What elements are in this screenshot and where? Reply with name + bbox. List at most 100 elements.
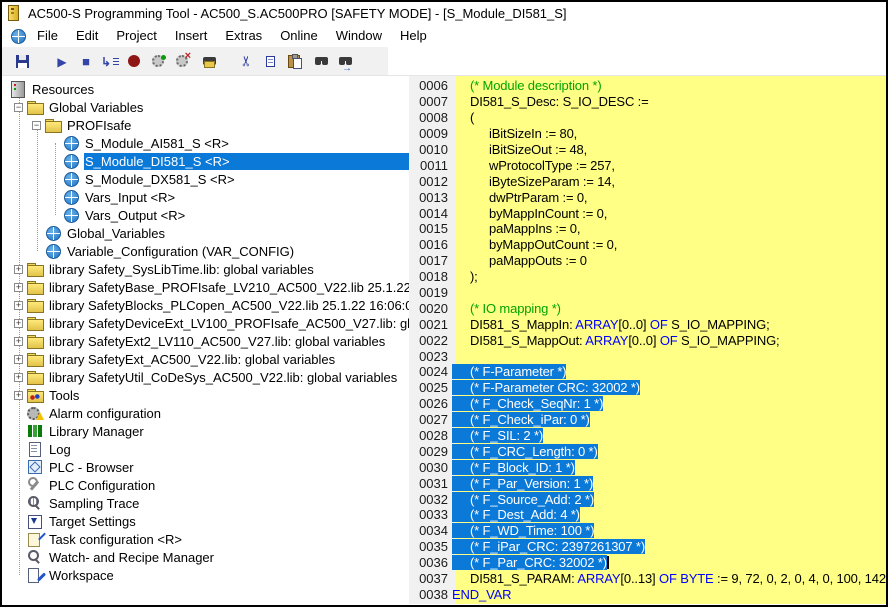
code-line-0035[interactable]: 0035(* F_iPar_CRC: 2397261307 *) xyxy=(409,539,886,555)
code-line-0014[interactable]: 0014byMappInCount := 0, xyxy=(409,205,886,221)
code-line-0010[interactable]: 0010iBitSizeOut := 48, xyxy=(409,142,886,158)
expand-icon[interactable]: + xyxy=(14,337,23,346)
login-button[interactable] xyxy=(146,50,170,72)
code-line-0019[interactable]: 0019 xyxy=(409,285,886,301)
menu-item-project[interactable]: Project xyxy=(116,28,156,43)
save-button[interactable] xyxy=(10,50,34,72)
global-search-button[interactable] xyxy=(194,50,218,72)
code-line-0030[interactable]: 0030(* F_Block_ID: 1 *) xyxy=(409,459,886,475)
code-line-0028[interactable]: 0028(* F_SIL: 2 *) xyxy=(409,428,886,444)
tree-item-tools[interactable]: +Tools xyxy=(2,386,409,404)
globe-icon xyxy=(63,189,80,205)
code-line-0025[interactable]: 0025(* F-Parameter CRC: 32002 *) xyxy=(409,380,886,396)
code-line-0027[interactable]: 0027(* F_Check_iPar: 0 *) xyxy=(409,412,886,428)
tree-item-library-safetyext-ac500-v22-lib-global-v[interactable]: +library SafetyExt_AC500_V22.lib: global… xyxy=(2,350,409,368)
child-window-icon[interactable] xyxy=(10,28,25,43)
tree-item-sampling-trace[interactable]: Sampling Trace xyxy=(2,494,409,512)
code-line-0037[interactable]: 0037DI581_S_PARAM: ARRAY[0..13] OF BYTE … xyxy=(409,571,886,587)
menu-item-insert[interactable]: Insert xyxy=(175,28,208,43)
tree-item-variable-configuration-var-config[interactable]: Variable_Configuration (VAR_CONFIG) xyxy=(2,242,409,260)
tree-item-log[interactable]: Log xyxy=(2,440,409,458)
tree-item-plc-browser[interactable]: PLC - Browser xyxy=(2,458,409,476)
code-line-0007[interactable]: 0007DI581_S_Desc: S_IO_DESC := xyxy=(409,94,886,110)
tree-item-library-manager[interactable]: Library Manager xyxy=(2,422,409,440)
tree-item-target-settings[interactable]: Target Settings xyxy=(2,512,409,530)
run-button[interactable] xyxy=(50,50,74,72)
tree-item-s-module-di581-s-r[interactable]: S_Module_DI581_S <R> xyxy=(2,152,409,170)
code-line-0009[interactable]: 0009iBitSizeIn := 80, xyxy=(409,126,886,142)
code-line-0031[interactable]: 0031(* F_Par_Version: 1 *) xyxy=(409,475,886,491)
expand-icon[interactable]: + xyxy=(14,373,23,382)
code-line-0033[interactable]: 0033(* F_Dest_Add: 4 *) xyxy=(409,507,886,523)
watch-recipe-icon xyxy=(27,549,44,565)
tree-item-watch-and-recipe-manager[interactable]: Watch- and Recipe Manager xyxy=(2,548,409,566)
stop-button[interactable] xyxy=(74,50,98,72)
tree-item-global-variables[interactable]: −Global Variables xyxy=(2,98,409,116)
folder-icon xyxy=(27,99,44,115)
menu-item-online[interactable]: Online xyxy=(280,28,318,43)
expand-icon[interactable]: + xyxy=(14,301,23,310)
collapse-icon[interactable]: − xyxy=(14,103,23,112)
resources-tree: Resources−Global Variables−PROFIsafeS_Mo… xyxy=(2,76,409,604)
tree-item-vars-input-r[interactable]: Vars_Input <R> xyxy=(2,188,409,206)
code-line-0015[interactable]: 0015paMappIns := 0, xyxy=(409,221,886,237)
paste-button[interactable] xyxy=(282,50,306,72)
code-line-0011[interactable]: 0011wProtocolType := 257, xyxy=(409,157,886,173)
step-in-button[interactable] xyxy=(98,50,122,72)
code-line-0024[interactable]: 0024(* F-Parameter *) xyxy=(409,364,886,380)
code-text: iBitSizeIn := 80, xyxy=(452,126,577,141)
tree-item-library-safetyblocks-plcopen-ac500-v22-l[interactable]: +library SafetyBlocks_PLCopen_AC500_V22.… xyxy=(2,296,409,314)
tree-item-library-safetydeviceext-lv100-profisafe-[interactable]: +library SafetyDeviceExt_LV100_PROFIsafe… xyxy=(2,314,409,332)
declaration-editor[interactable]: 0006(* Module description *)0007DI581_S_… xyxy=(409,76,886,604)
tree-item-library-safetybase-profisafe-lv210-ac500[interactable]: +library SafetyBase_PROFIsafe_LV210_AC50… xyxy=(2,278,409,296)
logout-button[interactable] xyxy=(170,50,194,72)
expand-icon[interactable]: + xyxy=(14,355,23,364)
tree-item-global-variables[interactable]: Global_Variables xyxy=(2,224,409,242)
menu-item-edit[interactable]: Edit xyxy=(76,28,98,43)
tree-item-plc-configuration[interactable]: PLC Configuration xyxy=(2,476,409,494)
code-line-0036[interactable]: 0036(* F_Par_CRC: 32002 *) xyxy=(409,555,886,571)
cut-button[interactable] xyxy=(234,50,258,72)
tree-item-profisafe[interactable]: −PROFIsafe xyxy=(2,116,409,134)
code-line-0012[interactable]: 0012iByteSizeParam := 14, xyxy=(409,173,886,189)
code-line-0029[interactable]: 0029(* F_CRC_Length: 0 *) xyxy=(409,443,886,459)
expand-icon[interactable]: + xyxy=(14,391,23,400)
code-line-0006[interactable]: 0006(* Module description *) xyxy=(409,78,886,94)
tree-item-library-safety-syslibtime-lib-global-var[interactable]: +library Safety_SysLibTime.lib: global v… xyxy=(2,260,409,278)
menu-item-extras[interactable]: Extras xyxy=(225,28,262,43)
tree-item-library-safetyutil-codesys-ac500-v22-lib[interactable]: +library SafetyUtil_CoDeSys_AC500_V22.li… xyxy=(2,368,409,386)
tree-item-s-module-ai581-s-r[interactable]: S_Module_AI581_S <R> xyxy=(2,134,409,152)
menu-item-file[interactable]: File xyxy=(37,28,58,43)
code-token: dwPtrParam := 0, xyxy=(489,190,587,205)
code-line-0034[interactable]: 0034(* F_WD_Time: 100 *) xyxy=(409,523,886,539)
code-line-0020[interactable]: 0020(* IO mapping *) xyxy=(409,300,886,316)
copy-button[interactable] xyxy=(258,50,282,72)
tree-item-task-configuration-r[interactable]: Task configuration <R> xyxy=(2,530,409,548)
code-line-0021[interactable]: 0021DI581_S_MappIn: ARRAY[0..0] OF S_IO_… xyxy=(409,316,886,332)
expand-icon[interactable]: + xyxy=(14,265,23,274)
tree-item-library-safetyext2-lv110-ac500-v27-lib-g[interactable]: +library SafetyExt2_LV110_AC500_V27.lib:… xyxy=(2,332,409,350)
code-line-0013[interactable]: 0013dwPtrParam := 0, xyxy=(409,189,886,205)
expand-icon[interactable]: + xyxy=(14,319,23,328)
code-line-0023[interactable]: 0023 xyxy=(409,348,886,364)
find-button[interactable] xyxy=(306,50,330,72)
menu-item-window[interactable]: Window xyxy=(336,28,382,43)
expand-icon[interactable]: + xyxy=(14,283,23,292)
tree-item-resources[interactable]: Resources xyxy=(2,80,409,98)
tree-item-vars-output-r[interactable]: Vars_Output <R> xyxy=(2,206,409,224)
code-line-0022[interactable]: 0022DI581_S_MappOut: ARRAY[0..0] OF S_IO… xyxy=(409,332,886,348)
code-line-0038[interactable]: 0038END_VAR xyxy=(409,587,886,603)
code-line-0017[interactable]: 0017paMappOuts := 0 xyxy=(409,253,886,269)
tree-item-s-module-dx581-s-r[interactable]: S_Module_DX581_S <R> xyxy=(2,170,409,188)
breakpoint-button[interactable] xyxy=(122,50,146,72)
menu-item-help[interactable]: Help xyxy=(400,28,427,43)
code-line-0026[interactable]: 0026(* F_Check_SeqNr: 1 *) xyxy=(409,396,886,412)
tree-item-workspace[interactable]: Workspace xyxy=(2,566,409,584)
code-line-0018[interactable]: 0018); xyxy=(409,269,886,285)
code-line-0032[interactable]: 0032(* F_Source_Add: 2 *) xyxy=(409,491,886,507)
find-next-button[interactable] xyxy=(330,50,354,72)
collapse-icon[interactable]: − xyxy=(32,121,41,130)
code-line-0016[interactable]: 0016byMappOutCount := 0, xyxy=(409,237,886,253)
code-line-0008[interactable]: 0008( xyxy=(409,110,886,126)
tree-item-alarm-configuration[interactable]: Alarm configuration xyxy=(2,404,409,422)
